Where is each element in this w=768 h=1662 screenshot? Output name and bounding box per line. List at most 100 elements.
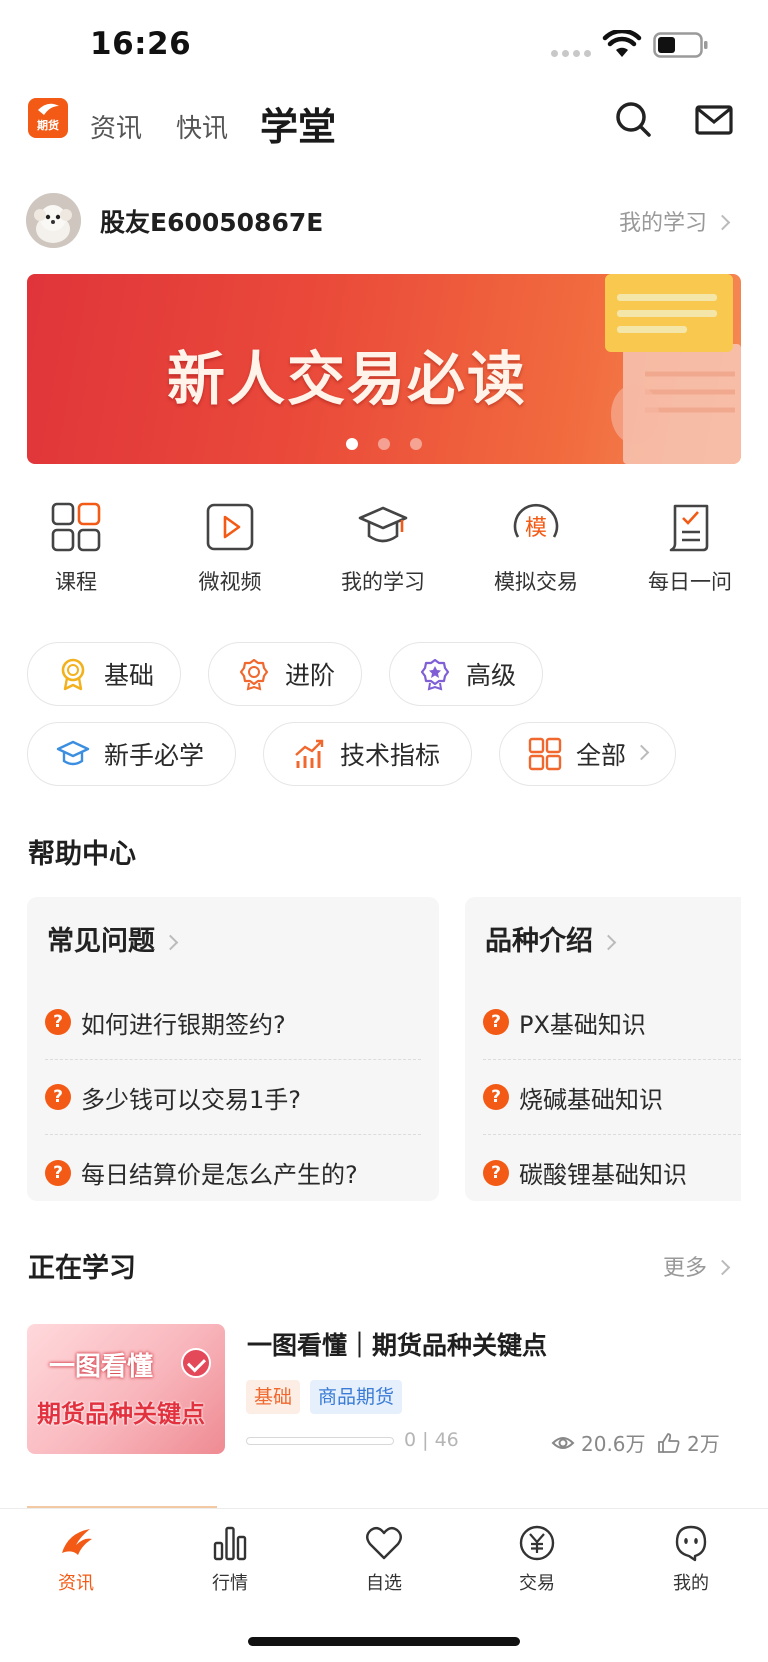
like-count[interactable]: 2万 [657, 1428, 720, 1457]
username: 股友E60050867E [100, 208, 324, 237]
thumbnail-line2: 期货品种关键点 [37, 1400, 205, 1428]
chip-all[interactable]: 全部 [499, 722, 676, 786]
yen-coin-icon [519, 1525, 555, 1561]
chip-advanced[interactable]: 进阶 [208, 642, 362, 706]
check-circle-icon [181, 1348, 211, 1378]
banner-dot-active[interactable] [346, 438, 358, 450]
eye-icon [551, 1436, 575, 1449]
tabbar-market[interactable]: 行情 [175, 1523, 285, 1595]
variety-item[interactable]: ? 烧碱基础知识 [483, 1060, 741, 1135]
promo-banner[interactable]: 新人交易必读 [27, 274, 741, 464]
my-study-link-label: 我的学习 [618, 211, 707, 236]
variety-item-text: PX基础知识 [519, 1010, 646, 1039]
chip-expert[interactable]: 高级 [389, 642, 543, 706]
status-bar: 16:26 [0, 0, 768, 88]
quick-entry-label: 我的学习 [341, 570, 425, 594]
star-badge-icon [420, 658, 450, 691]
avatar[interactable] [26, 193, 81, 248]
tabbar-label: 自选 [366, 1573, 402, 1594]
question-mark-icon: ? [483, 1084, 509, 1110]
tabbar-trade[interactable]: 交易 [482, 1523, 592, 1595]
faq-card: 常见问题 ? 如何进行银期签约? ? 多少钱可以交易1手? ? 每日结算价是怎么… [27, 897, 439, 1201]
chip-beginner-must-learn[interactable]: 新手必学 [27, 722, 236, 786]
variety-card-title-label: 品种介绍 [485, 926, 593, 957]
thumbnail-line1: 一图看懂 [49, 1352, 154, 1382]
quick-entry-micro-video[interactable]: 微视频 [170, 500, 290, 596]
puppy-avatar-icon [26, 193, 81, 248]
bar-chart-icon [213, 1526, 247, 1561]
question-mark-icon: ? [483, 1009, 509, 1035]
grid-icon [528, 737, 562, 771]
tab-news[interactable]: 资讯 [90, 108, 142, 145]
tabbar-label: 交易 [519, 1573, 555, 1594]
faq-item-text: 如何进行银期签约? [81, 1010, 286, 1039]
thumbs-up-icon [658, 1432, 680, 1453]
video-play-icon [206, 503, 254, 551]
quick-entry-courses[interactable]: 课程 [16, 500, 136, 596]
trend-chart-icon [295, 739, 324, 768]
tab-academy[interactable]: 学堂 [260, 96, 336, 151]
variety-item[interactable]: ? 碳酸锂基础知识 [483, 1135, 741, 1201]
more-link[interactable]: 更多 [662, 1250, 731, 1282]
badge-icon [239, 658, 269, 691]
mail-icon[interactable] [694, 100, 734, 140]
tabbar-profile[interactable]: 我的 [636, 1523, 746, 1595]
banner-title: 新人交易必读 [167, 345, 528, 413]
chevron-right-icon [714, 1259, 731, 1276]
search-icon[interactable] [614, 100, 654, 140]
quick-entry-label: 模拟交易 [494, 570, 578, 594]
faq-item[interactable]: ? 每日结算价是怎么产生的? [45, 1135, 421, 1201]
home-indicator [248, 1637, 520, 1646]
tabbar-news[interactable]: 资讯 [21, 1523, 131, 1595]
tabbar-watchlist[interactable]: 自选 [329, 1523, 439, 1595]
news-flame-icon [62, 1529, 92, 1555]
faq-item[interactable]: ? 多少钱可以交易1手? [45, 1060, 421, 1135]
view-count-text: 20.6万 [581, 1432, 646, 1456]
learning-section-title: 正在学习 [28, 1253, 136, 1284]
profile-face-icon [675, 1525, 707, 1562]
quick-entry-daily-question[interactable]: 每日一问 [630, 500, 750, 596]
variety-card-title[interactable]: 品种介绍 [485, 919, 617, 958]
graduation-cap-icon [358, 506, 408, 543]
chevron-right-icon [162, 934, 179, 951]
svg-text:模: 模 [525, 516, 547, 541]
view-count: 20.6万 [551, 1428, 646, 1457]
course-progress-bar [246, 1437, 394, 1445]
faq-item[interactable]: ? 如何进行银期签约? [45, 985, 421, 1060]
simulate-badge-icon: 模 [513, 503, 559, 541]
wifi-icon [602, 30, 642, 57]
chip-label: 全部 [576, 741, 627, 770]
quick-entry-label: 课程 [55, 570, 97, 594]
quick-entry-simulated-trading[interactable]: 模 模拟交易 [476, 500, 596, 596]
variety-item-text: 碳酸锂基础知识 [519, 1161, 687, 1189]
chip-label: 基础 [104, 661, 155, 690]
banner-dot[interactable] [410, 438, 422, 450]
battery-icon [653, 32, 708, 58]
course-progress-text: 0 | 46 [404, 1429, 459, 1451]
chip-label: 高级 [466, 661, 517, 690]
chevron-right-icon [633, 744, 650, 760]
course-tag-category: 商品期货 [310, 1380, 403, 1414]
chip-basic[interactable]: 基础 [27, 642, 181, 706]
more-link-label: 更多 [662, 1256, 707, 1281]
variety-item-text: 烧碱基础知识 [519, 1085, 663, 1114]
faq-item-text: 每日结算价是怎么产生的? [81, 1161, 358, 1189]
question-mark-icon: ? [45, 1009, 71, 1035]
faq-item-text: 多少钱可以交易1手? [81, 1085, 302, 1114]
chip-label: 新手必学 [104, 741, 205, 770]
quick-entry-my-study[interactable]: 我的学习 [323, 500, 443, 596]
quick-entry-label: 微视频 [198, 570, 262, 594]
course-title[interactable]: 一图看懂｜期货品种关键点 [247, 1326, 547, 1362]
chip-technical-indicators[interactable]: 技术指标 [263, 722, 472, 786]
faq-card-title[interactable]: 常见问题 [47, 919, 179, 958]
my-study-link[interactable]: 我的学习 [618, 205, 731, 237]
question-mark-icon: ? [45, 1084, 71, 1110]
tab-flash[interactable]: 快讯 [176, 108, 228, 145]
tabbar-label: 行情 [212, 1573, 248, 1594]
graduation-cap-icon [56, 740, 90, 766]
app-logo-text: 期货 [37, 119, 59, 132]
banner-dot[interactable] [378, 438, 390, 450]
question-mark-icon: ? [483, 1159, 509, 1186]
variety-item[interactable]: ? PX基础知识 [483, 985, 741, 1060]
course-thumbnail[interactable]: 一图看懂 期货品种关键点 [27, 1324, 225, 1454]
